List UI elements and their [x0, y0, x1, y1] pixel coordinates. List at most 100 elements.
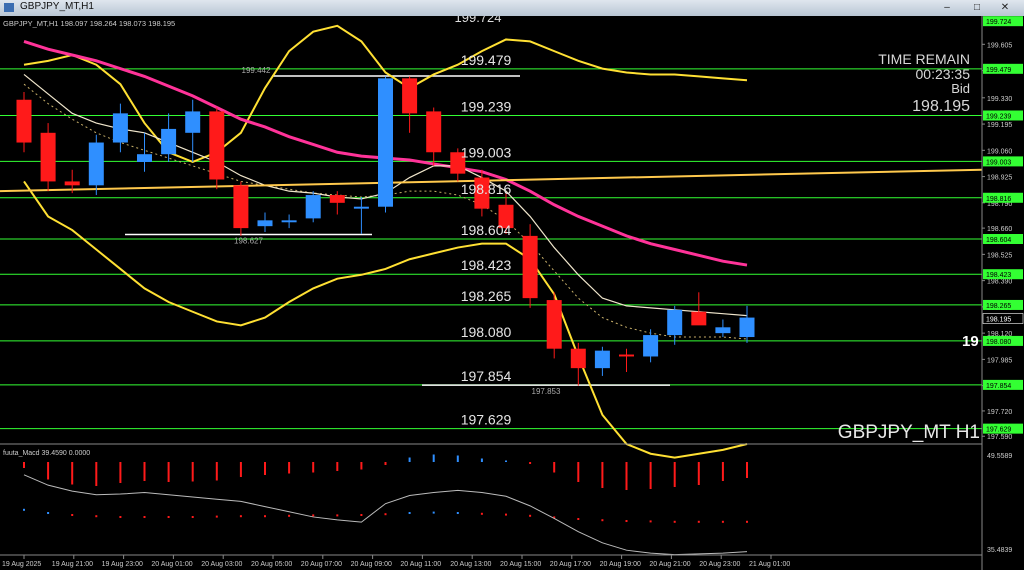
- macd-signal-dot: [167, 516, 170, 518]
- candle-body: [643, 335, 659, 357]
- price-tick-label: 197.985: [987, 357, 1012, 364]
- price-tick-label: 198.390: [987, 279, 1012, 286]
- chart-window: GBPJPY_MT,H1 – □ ✕ 199.442 198.627 197.853…: [0, 0, 1024, 570]
- time-remain-label: TIME REMAIN: [878, 51, 970, 67]
- candle-body: [112, 113, 128, 143]
- macd-tick-label: 49.5589: [987, 453, 1012, 460]
- price-tag-label: 198.604: [986, 237, 1011, 244]
- time-tick-label: 19 Aug 23:00: [102, 561, 143, 568]
- level-label: 199.239: [461, 98, 512, 114]
- time-tick-label: 20 Aug 07:00: [301, 561, 342, 568]
- bid-big-partial: 19: [962, 333, 979, 350]
- price-tick-label: 199.195: [987, 122, 1012, 129]
- close-button[interactable]: ✕: [998, 2, 1012, 13]
- price-chart[interactable]: 199.442 198.627 197.853 199.479 199.239 199.…: [0, 16, 1024, 570]
- level-label: 197.629: [461, 412, 512, 428]
- level-label: 199.003: [461, 144, 512, 160]
- price-tag-label: 198.423: [986, 272, 1011, 279]
- candle-body: [329, 195, 345, 203]
- candle-body: [64, 181, 80, 186]
- time-tick-label: 20 Aug 05:00: [251, 561, 292, 568]
- macd-signal-dot: [71, 514, 74, 516]
- level-label: 198.423: [461, 257, 512, 273]
- macd-signal-dot: [697, 520, 700, 523]
- macd-signal-dot: [119, 516, 122, 518]
- time-remain-value: 00:23:35: [916, 66, 971, 82]
- time-tick-label: 20 Aug 21:00: [649, 561, 690, 568]
- macd-signal-dot: [191, 516, 194, 518]
- macd-signal-dot: [649, 520, 652, 523]
- time-tick-label: 20 Aug 01:00: [151, 561, 192, 568]
- candle-body: [402, 78, 418, 114]
- candle-body: [546, 300, 562, 349]
- minimize-button[interactable]: –: [940, 2, 954, 13]
- price-tick-label: 198.525: [987, 252, 1012, 259]
- candle-body: [378, 78, 393, 207]
- candle-body: [305, 195, 321, 219]
- macd-signal-dot: [601, 519, 604, 522]
- price-tick-label: 198.925: [987, 175, 1012, 182]
- candle-body: [667, 309, 683, 336]
- macd-signal-dot: [264, 515, 266, 518]
- symbol-timeframe-label: GBPJPY_MT H1: [838, 422, 980, 443]
- price-tag-label: 198.195: [986, 317, 1011, 324]
- window-title: GBPJPY_MT,H1: [20, 1, 94, 12]
- macd-signal-dot: [432, 511, 435, 514]
- level-label: 198.816: [461, 181, 512, 197]
- price-tick-label: 199.605: [987, 42, 1012, 49]
- macd-signal-dot: [288, 514, 291, 517]
- candle-body: [161, 128, 177, 155]
- macd-signal-dot: [480, 512, 483, 515]
- candle-body: [137, 154, 152, 162]
- macd-tick-label: 35.4839: [987, 547, 1012, 554]
- macd-signal-dot: [47, 512, 50, 514]
- price-tag-label: 199.479: [986, 67, 1011, 74]
- macd-signal-dot: [23, 508, 25, 511]
- macd-signal-dot: [215, 515, 218, 518]
- price-tick-label: 199.330: [987, 96, 1012, 103]
- macd-signal-dot: [336, 514, 339, 517]
- macd-signal-dot: [408, 512, 411, 514]
- macd-signal-dot: [143, 516, 146, 518]
- candle-body: [570, 348, 586, 369]
- level-label: 197.854: [461, 368, 512, 384]
- price-tag-label: 197.629: [986, 427, 1011, 434]
- macd-signal-dot: [625, 520, 628, 522]
- macd-signal-dot: [456, 512, 459, 514]
- swing-label: 197.853: [532, 387, 561, 396]
- price-tag-label: 199.003: [986, 159, 1011, 166]
- price-tag-label: 199.239: [986, 113, 1011, 120]
- time-tick-label: 20 Aug 11:00: [400, 561, 441, 568]
- candle-body: [594, 350, 610, 369]
- candle-body: [619, 354, 634, 357]
- maximize-button[interactable]: □: [970, 2, 984, 13]
- price-tick-label: 198.660: [987, 226, 1012, 233]
- candle-body: [233, 185, 249, 229]
- candle-body: [16, 99, 32, 143]
- time-tick-label: 20 Aug 09:00: [351, 561, 392, 568]
- swing-label: 199.442: [242, 66, 271, 75]
- level-label: 198.604: [461, 222, 512, 238]
- time-tick-label: 20 Aug 13:00: [450, 561, 491, 568]
- price-tag-label: 198.265: [986, 303, 1011, 310]
- macd-signal-dot: [239, 515, 242, 518]
- price-tag-label: 197.854: [986, 383, 1011, 390]
- level-label: 198.080: [461, 324, 512, 340]
- price-tag-label: 199.724: [986, 19, 1011, 26]
- time-tick-label: 19 Aug 2025: [2, 561, 41, 568]
- candle-body: [209, 111, 225, 180]
- candle-body: [40, 132, 56, 182]
- macd-signal-dot: [746, 520, 748, 523]
- candle-body: [353, 206, 369, 209]
- candle-body: [88, 142, 104, 186]
- swing-label: 198.627: [234, 237, 263, 246]
- macd-signal-dot: [505, 513, 507, 516]
- bid-value: 198.195: [912, 98, 970, 115]
- level-label: 198.265: [461, 288, 512, 304]
- macd-signal-dot: [360, 514, 363, 516]
- macd-signal-dot: [529, 514, 532, 517]
- candle-body: [257, 220, 273, 227]
- macd-signal-dot: [95, 515, 98, 518]
- chart-window-icon: [4, 3, 14, 12]
- time-tick-label: 19 Aug 21:00: [52, 561, 93, 568]
